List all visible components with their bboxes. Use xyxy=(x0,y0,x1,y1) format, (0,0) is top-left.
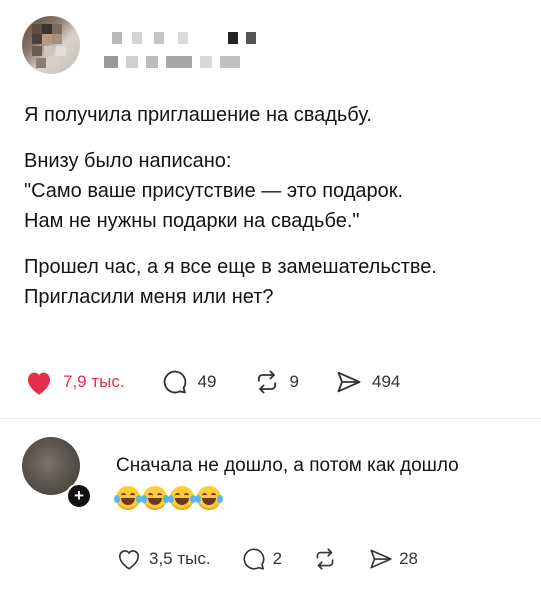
avatar-pixel xyxy=(42,24,52,34)
comment-button[interactable]: 49 xyxy=(161,368,217,396)
redaction-block xyxy=(126,56,138,68)
crying-laughing-emoji xyxy=(168,486,196,510)
redaction-block xyxy=(104,56,118,68)
post-body: Я получила приглашение на свадьбу. Внизу… xyxy=(24,100,524,312)
reply-comment-count: 2 xyxy=(272,549,283,568)
avatar-pixel xyxy=(36,58,46,68)
avatar-pixel xyxy=(32,46,42,56)
post-line: Я получила приглашение на свадьбу. xyxy=(24,104,372,126)
post-line: Пригласили меня или нет? xyxy=(24,286,274,308)
avatar-pixel xyxy=(52,24,62,34)
follow-plus-icon[interactable]: + xyxy=(66,483,92,509)
avatar-pixel xyxy=(52,34,62,44)
redaction-block xyxy=(166,56,192,68)
repost-count: 9 xyxy=(289,372,299,391)
avatar-pixel xyxy=(56,46,66,56)
heart-filled-icon xyxy=(24,369,54,396)
like-count: 7,9 тыс. xyxy=(63,372,125,391)
repost-icon xyxy=(253,368,281,396)
author-avatar[interactable] xyxy=(22,16,80,74)
comment-bubble-icon xyxy=(241,546,267,572)
redaction-block xyxy=(200,56,212,68)
repost-icon xyxy=(312,546,338,572)
avatar-pixel xyxy=(32,34,42,44)
share-button[interactable]: 494 xyxy=(335,368,400,396)
reply-like-count: 3,5 тыс. xyxy=(149,549,211,568)
share-count: 494 xyxy=(371,372,401,391)
redaction-block xyxy=(228,32,238,44)
comment-bubble-icon xyxy=(161,368,189,396)
redaction-block xyxy=(178,32,188,44)
reply-share-button[interactable]: 28 xyxy=(368,546,418,572)
reply-repost-button[interactable] xyxy=(312,546,338,572)
reply-like-button[interactable]: 3,5 тыс. xyxy=(116,547,211,571)
like-button[interactable]: 7,9 тыс. xyxy=(24,369,125,396)
redaction-block xyxy=(246,32,256,44)
redaction-block xyxy=(220,56,240,68)
send-icon xyxy=(368,546,394,572)
avatar-pixel xyxy=(32,24,42,34)
author-username-redacted[interactable] xyxy=(96,26,266,74)
heart-outline-icon xyxy=(116,547,142,571)
redaction-block xyxy=(154,32,164,44)
crying-laughing-emoji xyxy=(195,486,223,510)
send-icon xyxy=(335,368,363,396)
post-actions: 7,9 тыс. 49 9 494 xyxy=(24,368,436,396)
reply-emoji-row xyxy=(114,486,224,510)
comment-count: 49 xyxy=(197,372,217,391)
reply-actions: 3,5 тыс. 2 28 xyxy=(116,546,454,572)
reply-share-count: 28 xyxy=(399,549,418,568)
post-line: "Само ваше присутствие — это подарок. xyxy=(24,180,404,202)
redaction-block xyxy=(146,56,158,68)
redaction-block xyxy=(112,32,122,44)
reply-text: Сначала не дошло, а потом как дошло xyxy=(116,455,459,476)
crying-laughing-emoji xyxy=(114,486,142,510)
redaction-block xyxy=(132,32,142,44)
avatar-pixel xyxy=(50,58,60,68)
divider xyxy=(0,418,541,419)
crying-laughing-emoji xyxy=(141,486,169,510)
avatar-pixel xyxy=(44,46,54,56)
repost-button[interactable]: 9 xyxy=(253,368,299,396)
avatar-pixel xyxy=(42,34,52,44)
post-line: Внизу было написано: xyxy=(24,150,232,172)
reply-comment-button[interactable]: 2 xyxy=(241,546,282,572)
post-line: Нам не нужны подарки на свадьбе." xyxy=(24,210,360,232)
post-line: Прошел час, а я все еще в замешательстве… xyxy=(24,256,437,278)
